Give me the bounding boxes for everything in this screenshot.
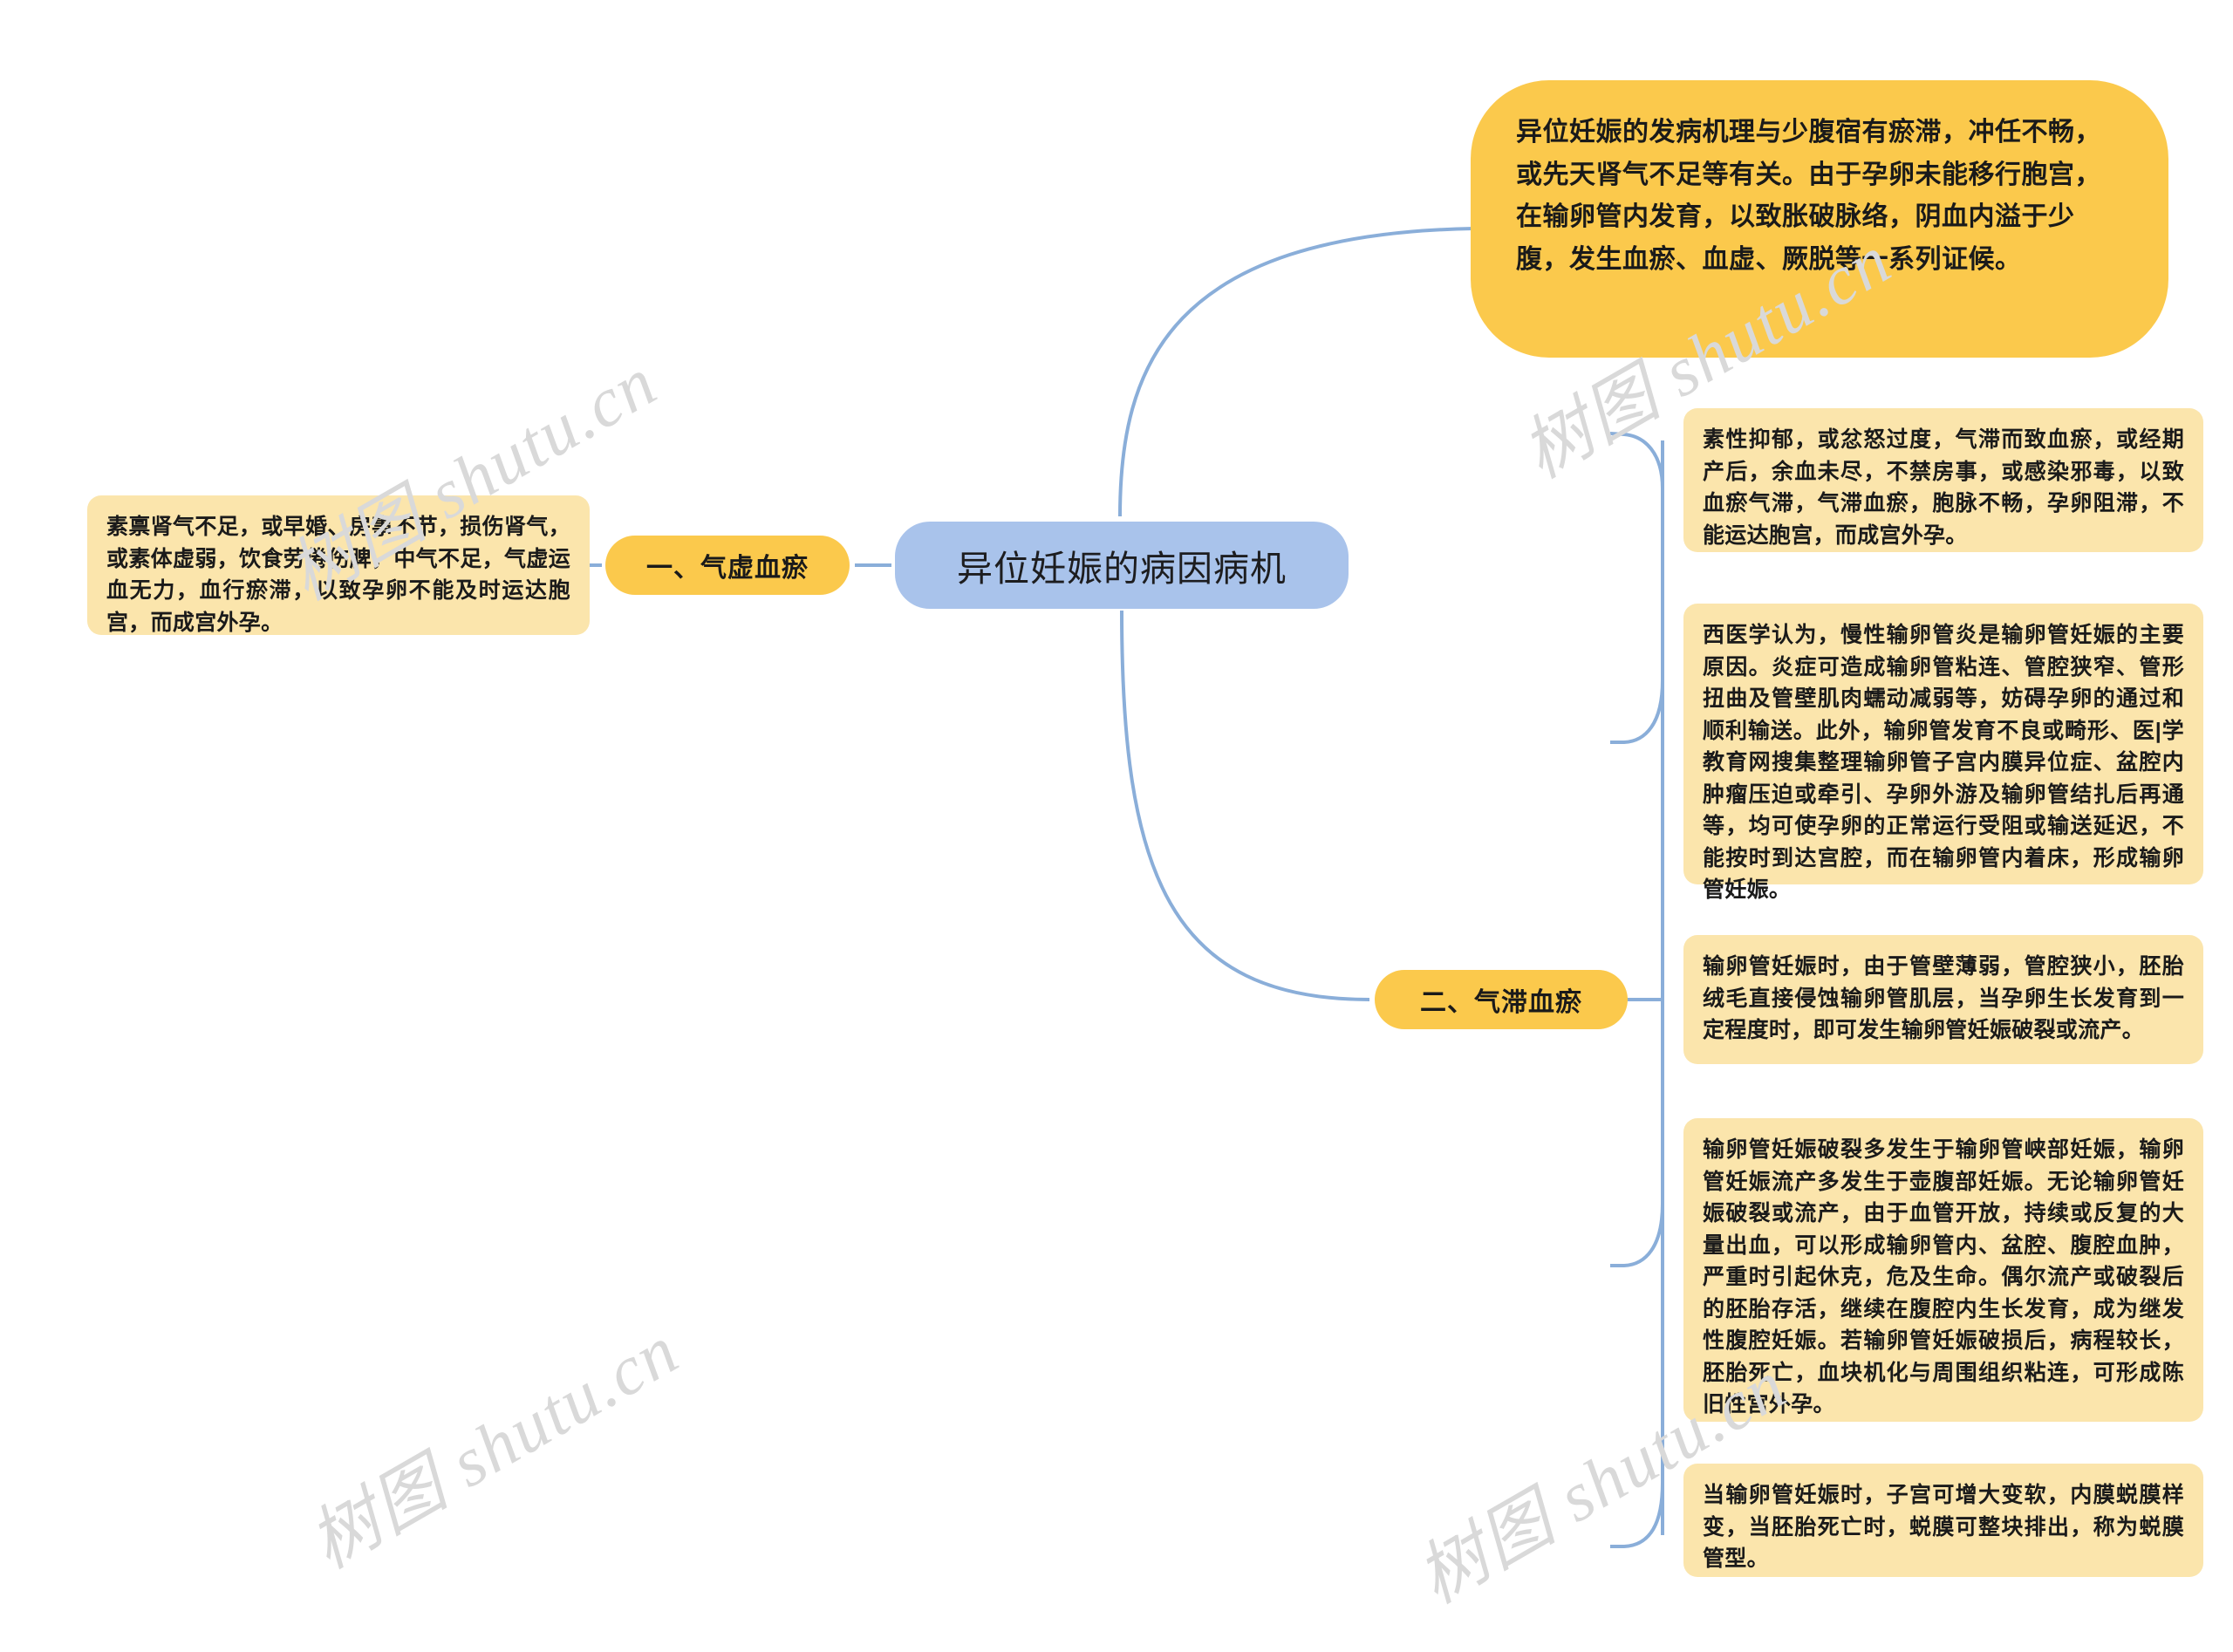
connector-to-leaf-2-1 <box>1609 432 1664 489</box>
connector-to-leaf-2-4 <box>1610 1203 1664 1267</box>
connector-root-to-bubble <box>1118 227 1475 517</box>
branch-node-qi-stagnation[interactable]: 二、气滞血瘀 <box>1375 970 1628 1029</box>
leaf-node-2-5[interactable]: 当输卵管妊娠时，子宫可增大变软，内膜蜕膜样变，当胚胎死亡时，蜕膜可整块排出，称为… <box>1683 1464 2203 1577</box>
connector-to-leaf-2-2 <box>1610 679 1664 744</box>
connector-to-leaf-2-5 <box>1610 1482 1664 1548</box>
leaf-node-2-1[interactable]: 素性抑郁，或忿怒过度，气滞而致血瘀，或经期产后，余血未尽，不禁房事，或感染邪毒，… <box>1683 408 2203 552</box>
leaf-node-2-4[interactable]: 输卵管妊娠破裂多发生于输卵管峡部妊娠，输卵管妊娠流产多发生于壶腹部妊娠。无论输卵… <box>1683 1118 2203 1422</box>
mindmap-canvas: 树图 shutu.cn 树图 shutu.cn 树图 shutu.cn 树图 s… <box>0 0 2233 1652</box>
root-node[interactable]: 异位妊娠的病因病机 <box>895 522 1349 609</box>
leaf-node-1-1[interactable]: 素禀肾气不足，或早婚、房事不节，损伤肾气，或素体虚弱，饮食劳倦伤脾，中气不足，气… <box>87 495 590 635</box>
leaf-node-2-3[interactable]: 输卵管妊娠时，由于管壁薄弱，管腔狭小，胚胎绒毛直接侵蚀输卵管肌层，当孕卵生长发育… <box>1683 935 2203 1064</box>
leaf-node-2-2[interactable]: 西医学认为，慢性输卵管炎是输卵管妊娠的主要原因。炎症可造成输卵管粘连、管腔狭窄、… <box>1683 604 2203 902</box>
bubble-node-pathogenesis[interactable]: 异位妊娠的发病机理与少腹宿有瘀滞，冲任不畅，或先天肾气不足等有关。由于孕卵未能移… <box>1471 80 2168 358</box>
branch-node-qi-deficiency[interactable]: 一、气虚血瘀 <box>605 536 850 595</box>
connector-root-to-branch-2 <box>1120 610 1370 1001</box>
